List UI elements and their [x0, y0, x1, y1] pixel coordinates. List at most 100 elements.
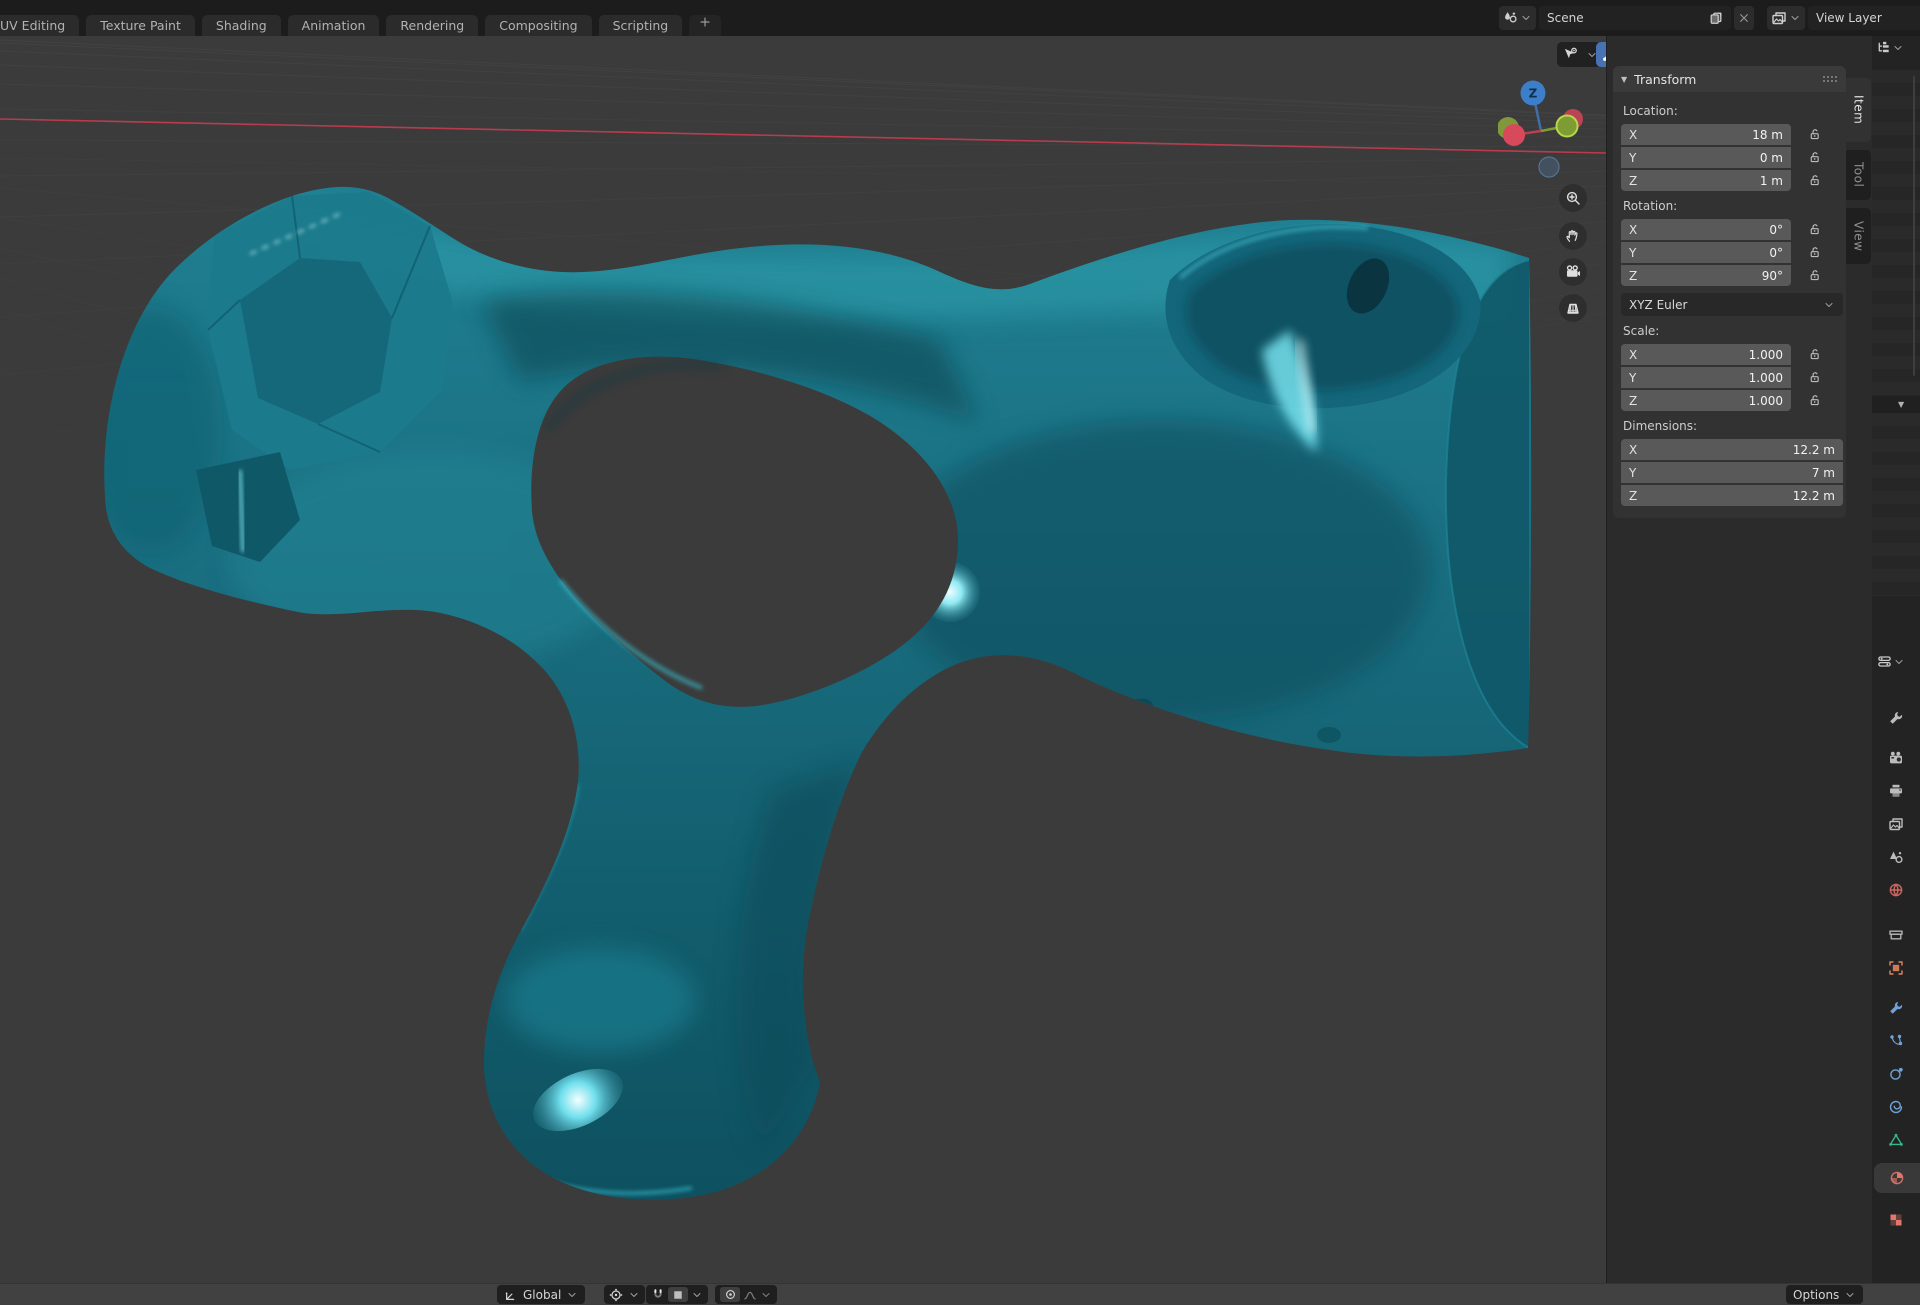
value: 12.2 m — [1793, 489, 1835, 503]
lock-open-icon[interactable] — [1791, 348, 1837, 361]
snapping-controls[interactable] — [646, 1285, 708, 1304]
properties-editor-icon — [1877, 654, 1892, 669]
outliner-header[interactable] — [1876, 40, 1904, 55]
rotation-mode-dropdown[interactable]: XYZ Euler — [1621, 293, 1843, 316]
add-workspace-button[interactable] — [689, 15, 721, 36]
value: 1.000 — [1749, 348, 1783, 362]
chevron-down-icon — [1844, 1289, 1856, 1301]
properties-tab-constraints[interactable] — [1872, 1092, 1920, 1122]
workspace-tab-animation[interactable]: Animation — [288, 15, 380, 36]
properties-tab-tool[interactable] — [1872, 703, 1920, 733]
location-row-x: X18 m — [1621, 124, 1846, 145]
scale-label: Scale: — [1623, 324, 1846, 340]
rotation-row-z: Z90° — [1621, 265, 1846, 286]
scene-name: Scene — [1547, 11, 1584, 25]
lock-open-icon[interactable] — [1791, 246, 1837, 259]
rotation-z-field[interactable]: Z90° — [1621, 265, 1791, 286]
dimensions-x-field[interactable]: X12.2 m — [1621, 439, 1843, 460]
zoom-button[interactable] — [1559, 184, 1587, 212]
gizmo-z-neg-axis[interactable] — [1539, 157, 1559, 177]
workspace-tab-uv-editing[interactable]: UV Editing — [0, 15, 79, 36]
lock-open-icon[interactable] — [1791, 269, 1837, 282]
object-visibility-button[interactable] — [1557, 42, 1583, 67]
properties-tab-collection[interactable] — [1872, 920, 1920, 950]
gizmo-x-axis[interactable] — [1503, 124, 1525, 146]
workspace-tab-shading[interactable]: Shading — [202, 15, 281, 36]
properties-tab-object[interactable] — [1872, 953, 1920, 983]
outliner-scrollbar[interactable] — [1913, 76, 1915, 376]
close-icon — [1738, 12, 1750, 24]
pan-button[interactable] — [1559, 222, 1587, 250]
properties-tab-view-layer[interactable] — [1872, 809, 1920, 839]
properties-tab-render[interactable] — [1872, 743, 1920, 773]
chevron-down-icon — [628, 1289, 640, 1301]
scene-browse-button[interactable] — [1499, 6, 1536, 30]
workspace-tab-rendering[interactable]: Rendering — [386, 15, 478, 36]
outliner-filter-row[interactable]: ▼ — [1872, 396, 1920, 413]
view-layer-browse-button[interactable] — [1767, 6, 1805, 30]
location-x-field[interactable]: X18 m — [1621, 124, 1791, 145]
perspective-toggle-button[interactable] — [1559, 294, 1587, 322]
workspace-tab-texture-paint[interactable]: Texture Paint — [86, 15, 195, 36]
transform-orientation-dropdown[interactable]: Global — [497, 1285, 585, 1304]
proportional-editing-controls[interactable] — [715, 1285, 777, 1304]
scale-y-field[interactable]: Y1.000 — [1621, 367, 1791, 388]
transform-panel-header[interactable]: ▼ Transform — [1613, 66, 1846, 92]
options-dropdown[interactable]: Options — [1786, 1285, 1863, 1304]
dimensions-y-field[interactable]: Y7 m — [1621, 462, 1843, 483]
chevron-down-icon — [1789, 12, 1801, 24]
sidebar-tab-item[interactable]: Item — [1846, 78, 1871, 142]
proportional-edit-button[interactable] — [720, 1287, 740, 1302]
properties-editor-header[interactable] — [1877, 654, 1905, 669]
location-row-z: Z1 m — [1621, 170, 1846, 191]
properties-tab-world[interactable] — [1872, 875, 1920, 905]
lock-open-icon[interactable] — [1791, 128, 1837, 141]
scene-unlink-button[interactable] — [1734, 6, 1754, 30]
falloff-curve-icon[interactable] — [743, 1288, 757, 1302]
outliner-rows[interactable] — [1872, 413, 1920, 596]
scale-z-field[interactable]: Z1.000 — [1621, 390, 1791, 411]
axis-label: Y — [1629, 246, 1636, 260]
pivot-point-dropdown[interactable] — [604, 1285, 645, 1304]
camera-view-button[interactable] — [1559, 258, 1587, 286]
lock-open-icon[interactable] — [1791, 223, 1837, 236]
topbar: UV Editing Texture Paint Shading Animation R… — [0, 0, 1920, 36]
sidebar-tab-view[interactable]: View — [1846, 208, 1871, 264]
dimensions-z-field[interactable]: Z12.2 m — [1621, 485, 1843, 506]
viewport-footer: Global Options — [0, 1283, 1920, 1305]
scale-x-field[interactable]: X1.000 — [1621, 344, 1791, 365]
rotation-x-field[interactable]: X0° — [1621, 219, 1791, 240]
navigation-gizmo[interactable]: Z — [1498, 76, 1590, 188]
panel-grip-icon[interactable] — [1822, 75, 1838, 83]
properties-tab-particles[interactable] — [1872, 1026, 1920, 1056]
rotation-y-field[interactable]: Y0° — [1621, 242, 1791, 263]
hand-icon — [1565, 228, 1581, 244]
location-row-y: Y0 m — [1621, 147, 1846, 168]
duplicate-icon[interactable] — [1709, 11, 1723, 25]
lock-open-icon[interactable] — [1791, 371, 1837, 384]
location-z-field[interactable]: Z1 m — [1621, 170, 1791, 191]
properties-tab-output[interactable] — [1872, 776, 1920, 806]
view-layer-name-field[interactable]: View Layer — [1808, 6, 1920, 30]
properties-tab-texture[interactable] — [1872, 1205, 1920, 1235]
snap-target-button[interactable] — [668, 1287, 688, 1302]
lock-open-icon[interactable] — [1791, 151, 1837, 164]
scale-row-y: Y1.000 — [1621, 367, 1846, 388]
properties-tab-object-data[interactable] — [1872, 1125, 1920, 1155]
sidebar-tab-tool[interactable]: Tool — [1846, 150, 1871, 200]
properties-tab-physics[interactable] — [1872, 1059, 1920, 1089]
workspace-tab-compositing[interactable]: Compositing — [485, 15, 591, 36]
magnet-icon[interactable] — [651, 1288, 665, 1302]
value: 18 m — [1752, 128, 1783, 142]
properties-tab-scene[interactable] — [1872, 842, 1920, 872]
scene-name-field[interactable]: Scene — [1539, 6, 1731, 30]
location-y-field[interactable]: Y0 m — [1621, 147, 1791, 168]
lock-open-icon[interactable] — [1791, 394, 1837, 407]
workspace-tab-scripting[interactable]: Scripting — [599, 15, 683, 36]
rotation-mode-value: XYZ Euler — [1629, 298, 1687, 312]
snap-increment-icon — [672, 1289, 684, 1301]
lock-open-icon[interactable] — [1791, 174, 1837, 187]
gizmo-y-axis[interactable] — [1557, 116, 1578, 137]
properties-tab-modifiers[interactable] — [1872, 993, 1920, 1023]
properties-tab-material[interactable] — [1874, 1163, 1920, 1193]
